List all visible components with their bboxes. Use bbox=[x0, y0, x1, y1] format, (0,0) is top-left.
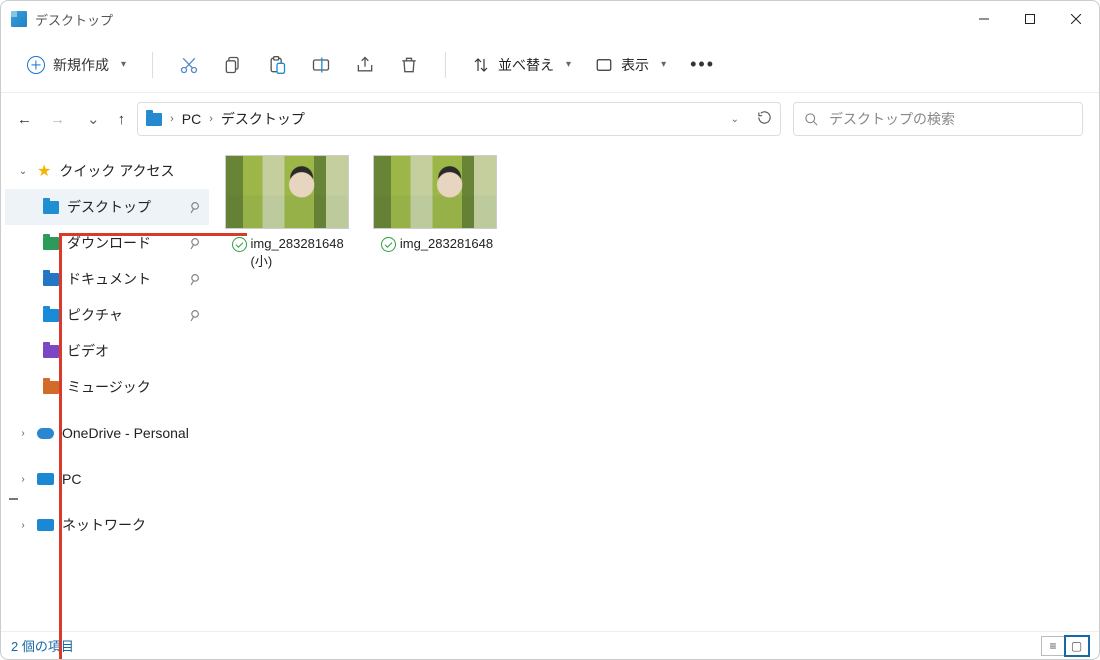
up-button[interactable]: ↑ bbox=[118, 112, 126, 127]
view-label: 表示 bbox=[621, 55, 649, 75]
cloud-icon bbox=[37, 428, 54, 439]
address-row: ← → ⌄ ↑ › PC › デスクトップ ⌄ デスクトップの検索 bbox=[1, 93, 1099, 145]
sidebar-label: クイック アクセス bbox=[59, 161, 174, 181]
copy-button[interactable] bbox=[213, 47, 253, 83]
folder-icon bbox=[43, 381, 59, 394]
sidebar-item-label: ピクチャ bbox=[67, 305, 123, 325]
pin-icon: ⚲ bbox=[185, 269, 202, 289]
file-item[interactable]: img_283281648 (小) bbox=[225, 155, 353, 270]
view-button[interactable]: 表示 ▾ bbox=[585, 49, 676, 81]
back-button[interactable]: ← bbox=[17, 112, 32, 127]
chevron-right-icon: › bbox=[209, 113, 213, 125]
sidebar-item-label: ドキュメント bbox=[67, 269, 151, 289]
pin-icon: ⚲ bbox=[185, 305, 202, 325]
sort-button[interactable]: 並べ替え ▾ bbox=[462, 49, 581, 81]
file-item[interactable]: img_283281648 bbox=[373, 155, 501, 270]
file-thumbnail bbox=[373, 155, 497, 229]
minimize-button[interactable] bbox=[961, 1, 1007, 37]
crumb-current[interactable]: デスクトップ bbox=[221, 109, 305, 129]
close-button[interactable] bbox=[1053, 1, 1099, 37]
search-placeholder: デスクトップの検索 bbox=[829, 109, 955, 129]
chevron-right-icon: › bbox=[17, 428, 29, 439]
address-chevron-icon[interactable]: ⌄ bbox=[731, 114, 739, 125]
chevron-right-icon: › bbox=[170, 113, 174, 125]
more-button[interactable]: ••• bbox=[680, 54, 725, 75]
forward-button[interactable]: → bbox=[50, 112, 65, 127]
sidebar-item-documents[interactable]: ドキュメント ⚲ bbox=[5, 261, 209, 297]
sidebar-item-network[interactable]: › ネットワーク bbox=[5, 507, 209, 543]
pc-icon bbox=[37, 473, 54, 485]
sidebar-item-videos[interactable]: ビデオ bbox=[5, 333, 209, 369]
chevron-down-icon: ▾ bbox=[566, 59, 571, 70]
window-title: デスクトップ bbox=[35, 10, 113, 29]
folder-icon bbox=[146, 113, 162, 126]
chevron-right-icon: › bbox=[17, 474, 29, 485]
maximize-button[interactable] bbox=[1007, 1, 1053, 37]
new-button[interactable]: 新規作成 ▾ bbox=[17, 49, 136, 81]
file-thumbnail bbox=[225, 155, 349, 229]
sidebar-quick-access[interactable]: ⌄ ★ クイック アクセス bbox=[5, 153, 209, 189]
sidebar-item-label: OneDrive - Personal bbox=[62, 425, 189, 441]
synced-check-icon bbox=[232, 237, 247, 252]
search-box[interactable]: デスクトップの検索 bbox=[793, 102, 1083, 136]
new-label: 新規作成 bbox=[53, 55, 109, 75]
file-name: img_283281648 (小) bbox=[251, 235, 347, 270]
sidebar-item-label: ネットワーク bbox=[62, 515, 146, 535]
folder-icon bbox=[43, 345, 59, 358]
status-bar: 2 個の項目 ≡ ▢ bbox=[1, 631, 1099, 659]
sidebar: ⌄ ★ クイック アクセス デスクトップ ⚲ ダウンロード ⚲ ドキュメント ⚲… bbox=[1, 145, 213, 631]
chevron-right-icon: › bbox=[17, 520, 29, 531]
pin-icon: ⚲ bbox=[185, 197, 202, 217]
share-button[interactable] bbox=[345, 47, 385, 83]
sidebar-item-label: PC bbox=[62, 471, 81, 487]
titlebar: デスクトップ bbox=[1, 1, 1099, 37]
chevron-down-icon: ▾ bbox=[661, 59, 666, 70]
sidebar-item-pc[interactable]: › PC bbox=[5, 461, 209, 497]
address-bar[interactable]: › PC › デスクトップ ⌄ bbox=[137, 102, 781, 136]
delete-button[interactable] bbox=[389, 47, 429, 83]
network-icon bbox=[37, 519, 54, 531]
rename-button[interactable] bbox=[301, 47, 341, 83]
synced-check-icon bbox=[381, 237, 396, 252]
refresh-button[interactable] bbox=[757, 110, 772, 128]
folder-icon bbox=[43, 237, 59, 250]
recent-dropdown[interactable]: ⌄ bbox=[87, 112, 100, 127]
view-details-button[interactable]: ≡ bbox=[1041, 636, 1065, 656]
window-folder-icon bbox=[11, 11, 27, 27]
pin-icon: ⚲ bbox=[185, 233, 202, 253]
crumb-pc[interactable]: PC bbox=[182, 111, 201, 127]
sidebar-item-label: ミュージック bbox=[67, 377, 151, 397]
toolbar: 新規作成 ▾ 並べ替え ▾ 表示 ▾ ••• bbox=[1, 37, 1099, 93]
view-thumbnails-button[interactable]: ▢ bbox=[1065, 636, 1089, 656]
sidebar-item-pictures[interactable]: ピクチャ ⚲ bbox=[5, 297, 209, 333]
file-pane[interactable]: img_283281648 (小) img_283281648 bbox=[213, 145, 1099, 631]
status-text: 2 個の項目 bbox=[11, 636, 74, 655]
sidebar-item-label: デスクトップ bbox=[67, 197, 151, 217]
search-icon bbox=[804, 112, 819, 127]
plus-icon bbox=[27, 56, 45, 74]
folder-icon bbox=[43, 201, 59, 214]
sidebar-item-desktop[interactable]: デスクトップ ⚲ bbox=[5, 189, 209, 225]
sidebar-item-label: ダウンロード bbox=[67, 233, 151, 253]
cut-button[interactable] bbox=[169, 47, 209, 83]
folder-icon bbox=[43, 309, 59, 322]
paste-button[interactable] bbox=[257, 47, 297, 83]
chevron-down-icon: ⌄ bbox=[17, 166, 29, 177]
file-name: img_283281648 bbox=[400, 235, 493, 253]
sidebar-item-onedrive[interactable]: › OneDrive - Personal bbox=[5, 415, 209, 451]
folder-icon bbox=[43, 273, 59, 286]
sidebar-item-label: ビデオ bbox=[67, 341, 109, 361]
sort-label: 並べ替え bbox=[498, 55, 554, 75]
sidebar-item-downloads[interactable]: ダウンロード ⚲ bbox=[5, 225, 209, 261]
sidebar-item-music[interactable]: ミュージック bbox=[5, 369, 209, 405]
chevron-down-icon: ▾ bbox=[121, 59, 126, 70]
star-icon: ★ bbox=[37, 161, 51, 181]
